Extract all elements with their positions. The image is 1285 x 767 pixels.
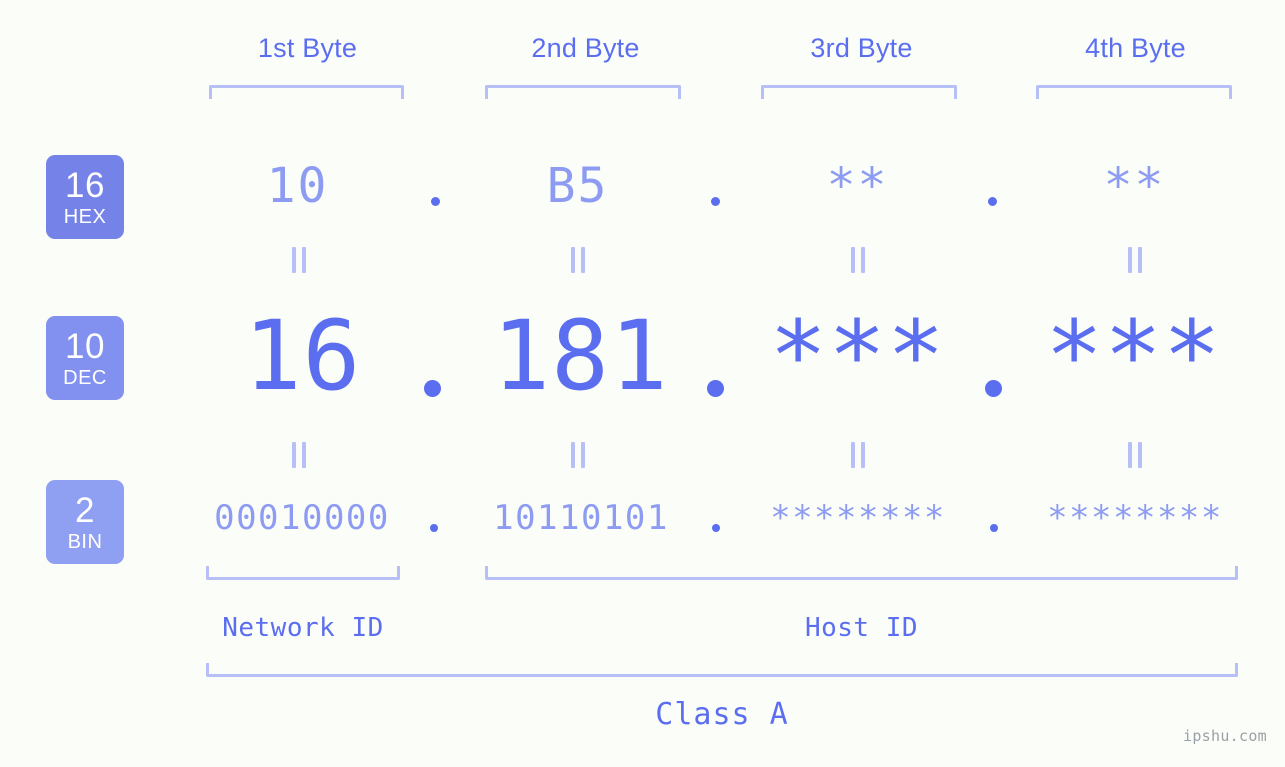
hex-byte-4: **	[1103, 158, 1166, 214]
equality-marker-hex-dec-3	[851, 247, 865, 273]
equality-marker-dec-bin-2	[571, 442, 585, 468]
byte-bracket-3	[761, 85, 957, 99]
base-badge-dec-number: 10	[65, 326, 105, 366]
byte-header-2: 2nd Byte	[531, 33, 640, 63]
equality-marker-hex-dec-2	[571, 247, 585, 273]
equality-marker-hex-dec-1	[292, 247, 306, 273]
hex-byte-3: **	[826, 158, 889, 214]
byte-header-3: 3rd Byte	[810, 33, 913, 63]
dec-byte-3: ***	[769, 300, 946, 412]
equality-marker-dec-bin-3	[851, 442, 865, 468]
byte-header-1: 1st Byte	[257, 33, 358, 63]
equality-marker-dec-bin-1	[292, 442, 306, 468]
hex-separator-3	[988, 197, 997, 206]
base-badge-bin: 2 BIN	[46, 480, 124, 564]
hex-byte-2: B5	[546, 158, 609, 214]
bin-byte-2: 10110101	[493, 498, 669, 538]
dec-separator-1	[424, 380, 441, 397]
base-badge-hex: 16 HEX	[46, 155, 124, 239]
hex-separator-1	[431, 197, 440, 206]
dec-byte-4: ***	[1045, 300, 1222, 412]
base-badge-bin-number: 2	[75, 490, 95, 530]
site-watermark: ipshu.com	[1183, 727, 1267, 745]
bin-byte-3: ********	[770, 498, 946, 538]
base-badge-dec-label: DEC	[63, 366, 107, 389]
network-id-bracket	[206, 566, 400, 580]
byte-bracket-1	[209, 85, 404, 99]
byte-bracket-4	[1036, 85, 1232, 99]
bin-separator-3	[990, 524, 998, 532]
ip-address-breakdown-diagram: 1st Byte 2nd Byte 3rd Byte 4th Byte 16 H…	[0, 0, 1285, 767]
byte-bracket-2	[485, 85, 681, 99]
bin-separator-2	[712, 524, 720, 532]
network-id-label: Network ID	[222, 613, 384, 643]
dec-byte-2: 181	[492, 300, 669, 412]
dec-separator-3	[985, 380, 1002, 397]
equality-marker-dec-bin-4	[1128, 442, 1142, 468]
class-label: Class A	[655, 697, 789, 732]
base-badge-bin-label: BIN	[67, 530, 103, 553]
base-badge-hex-number: 16	[65, 165, 105, 205]
byte-header-4: 4th Byte	[1085, 33, 1186, 63]
equality-marker-hex-dec-4	[1128, 247, 1142, 273]
host-id-bracket	[485, 566, 1238, 580]
hex-byte-1: 10	[266, 158, 329, 214]
base-badge-dec: 10 DEC	[46, 316, 124, 400]
bin-separator-1	[430, 524, 438, 532]
dec-separator-2	[707, 380, 724, 397]
bin-byte-4: ********	[1047, 498, 1223, 538]
host-id-label: Host ID	[804, 613, 919, 643]
bin-byte-1: 00010000	[214, 498, 390, 538]
hex-separator-2	[711, 197, 720, 206]
dec-byte-1: 16	[243, 300, 362, 412]
base-badge-hex-label: HEX	[63, 205, 107, 228]
class-bracket	[206, 663, 1238, 677]
